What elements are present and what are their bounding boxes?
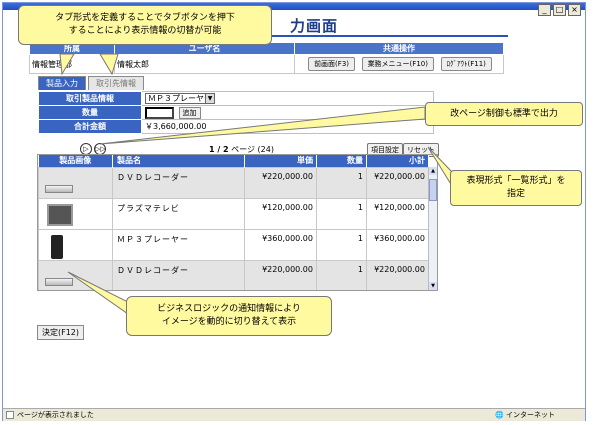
scroll-thumb[interactable] (429, 179, 437, 201)
dvd-recorder-image (45, 184, 73, 193)
internet-zone: 🌐 インターネット (495, 411, 555, 419)
col-qty[interactable]: 数量 (316, 155, 367, 167)
col-price[interactable]: 単価 (244, 155, 317, 167)
biz-callout: ビジネスロジックの通知情報により イメージを動的に切り替えて表示 (126, 296, 332, 336)
close-button[interactable]: × (568, 4, 581, 16)
subtotal: ¥120,000.00 (366, 197, 429, 230)
table-row[interactable]: ＤＶＤレコーダー ¥220,000.00 1 ¥220,000.00 (38, 259, 429, 290)
page-number: 1 / 2 (209, 145, 229, 154)
list-scrollbar[interactable]: ▲ ▼ (428, 167, 437, 290)
affiliation-value: 情報管理部 (29, 54, 115, 74)
scroll-up-icon[interactable]: ▲ (429, 167, 437, 175)
dvd-recorder-image (45, 277, 73, 286)
list-callout-line1: 表現形式「一覧形式」を (466, 176, 566, 186)
biz-callout-line2: イメージを動的に切り替えて表示 (161, 317, 297, 327)
product-image-cell (38, 259, 113, 290)
username-value: 情報太郎 (114, 54, 295, 74)
status-bar: ページが表示されました 🌐 インターネット (3, 408, 585, 421)
qty-cell: 追加 (141, 105, 434, 120)
product-image-cell (38, 228, 113, 261)
mp3-player-image (51, 234, 63, 259)
paging-callout: 改ページ制御も標準で出力 (425, 102, 583, 126)
page-unit: ページ (24) (231, 145, 274, 154)
zone-text: インターネット (506, 411, 555, 419)
product-table: 製品画像 製品名 単価 数量 小計 ＤＶＤレコーダー ¥220,000.00 1… (38, 155, 429, 290)
product-image-cell (38, 166, 113, 199)
unit-price: ¥220,000.00 (244, 259, 317, 290)
quantity: 1 (316, 166, 367, 199)
common-ops-cell: 前画面(F3) 業務メニュー(F10) ﾛｸﾞｱｳﾄ(F11) (294, 54, 504, 74)
product-name: ＤＶＤレコーダー (112, 259, 245, 290)
quantity: 1 (316, 228, 367, 261)
tab-supplier-info[interactable]: 取引先情報 (88, 76, 144, 90)
product-label: 取引製品情報 (38, 91, 142, 106)
product-form: 取引製品情報 ＭＰ３プレーヤー ▼ 数量 追加 合計金額 ￥3,660,000.… (38, 91, 434, 134)
minimize-button[interactable]: _ (538, 4, 551, 16)
quantity: 1 (316, 259, 367, 290)
col-image[interactable]: 製品画像 (38, 155, 113, 167)
total-value: ￥3,660,000.00 (141, 119, 434, 134)
biz-callout-line1: ビジネスロジックの通知情報により (157, 304, 301, 314)
list-callout: 表現形式「一覧形式」を 指定 (450, 170, 582, 206)
subtotal: ¥220,000.00 (366, 166, 429, 199)
product-name: プラズマテレビ (112, 197, 245, 230)
unit-price: ¥360,000.00 (244, 228, 317, 261)
header-common-ops: 共通操作 (294, 42, 504, 55)
add-button[interactable]: 追加 (178, 106, 201, 119)
page-icon (6, 411, 14, 419)
table-row[interactable]: ＤＶＤレコーダー ¥220,000.00 1 ¥220,000.00 (38, 166, 429, 199)
subtotal: ¥220,000.00 (366, 259, 429, 290)
prev-screen-button[interactable]: 前画面(F3) (308, 57, 356, 71)
product-name: ＤＶＤレコーダー (112, 166, 245, 199)
subtotal: ¥360,000.00 (366, 228, 429, 261)
tab-callout: タブ形式を定義することでタブボタンを押下 することにより表示情報の切替が可能 (18, 5, 272, 45)
col-subtotal[interactable]: 小計 (366, 155, 429, 167)
product-select-value: ＭＰ３プレーヤー (148, 94, 212, 103)
maximize-button[interactable]: □ (553, 4, 566, 16)
chevron-down-icon[interactable]: ▼ (205, 94, 214, 103)
logout-button[interactable]: ﾛｸﾞｱｳﾄ(F11) (440, 57, 492, 71)
decide-button[interactable]: 決定(F12) (37, 325, 85, 340)
tab-product-input[interactable]: 製品入力 (38, 76, 86, 90)
total-label: 合計金額 (38, 119, 142, 134)
list-callout-line2: 指定 (506, 189, 525, 199)
product-select[interactable]: ＭＰ３プレーヤー ▼ (145, 93, 215, 104)
tab-callout-line1: タブ形式を定義することでタブボタンを押下 (55, 13, 235, 23)
product-image-cell (38, 197, 113, 230)
tab-callout-line2: することにより表示情報の切替が可能 (68, 26, 222, 36)
tab-bar: 製品入力 取引先情報 (38, 76, 146, 90)
quantity: 1 (316, 197, 367, 230)
qty-input[interactable] (145, 106, 174, 119)
unit-price: ¥120,000.00 (244, 197, 317, 230)
scroll-down-icon[interactable]: ▼ (429, 282, 437, 290)
qty-label: 数量 (38, 105, 142, 120)
product-list: 製品画像 製品名 単価 数量 小計 ＤＶＤレコーダー ¥220,000.00 1… (37, 154, 438, 291)
table-row[interactable]: プラズマテレビ ¥120,000.00 1 ¥120,000.00 (38, 197, 429, 230)
status-text: ページが表示されました (17, 411, 94, 419)
unit-price: ¥220,000.00 (244, 166, 317, 199)
window-controls: _ □ × (538, 4, 581, 16)
header-table: 所属 ユーザ名 共通操作 情報管理部 情報太郎 前画面(F3) 業務メニュー(F… (29, 42, 504, 74)
product-cell: ＭＰ３プレーヤー ▼ (141, 91, 434, 106)
plasma-tv-image (47, 203, 73, 226)
browser-window: _ □ × 力画面 所属 ユーザ名 共通操作 情報管理部 情報太郎 前画面(F3… (2, 2, 586, 421)
col-name[interactable]: 製品名 (112, 155, 245, 167)
table-row[interactable]: ＭＰ３プレーヤー ¥360,000.00 1 ¥360,000.00 (38, 228, 429, 261)
product-name: ＭＰ３プレーヤー (112, 228, 245, 261)
business-menu-button[interactable]: 業務メニュー(F10) (361, 57, 434, 71)
page-title: 力画面 (290, 17, 339, 35)
